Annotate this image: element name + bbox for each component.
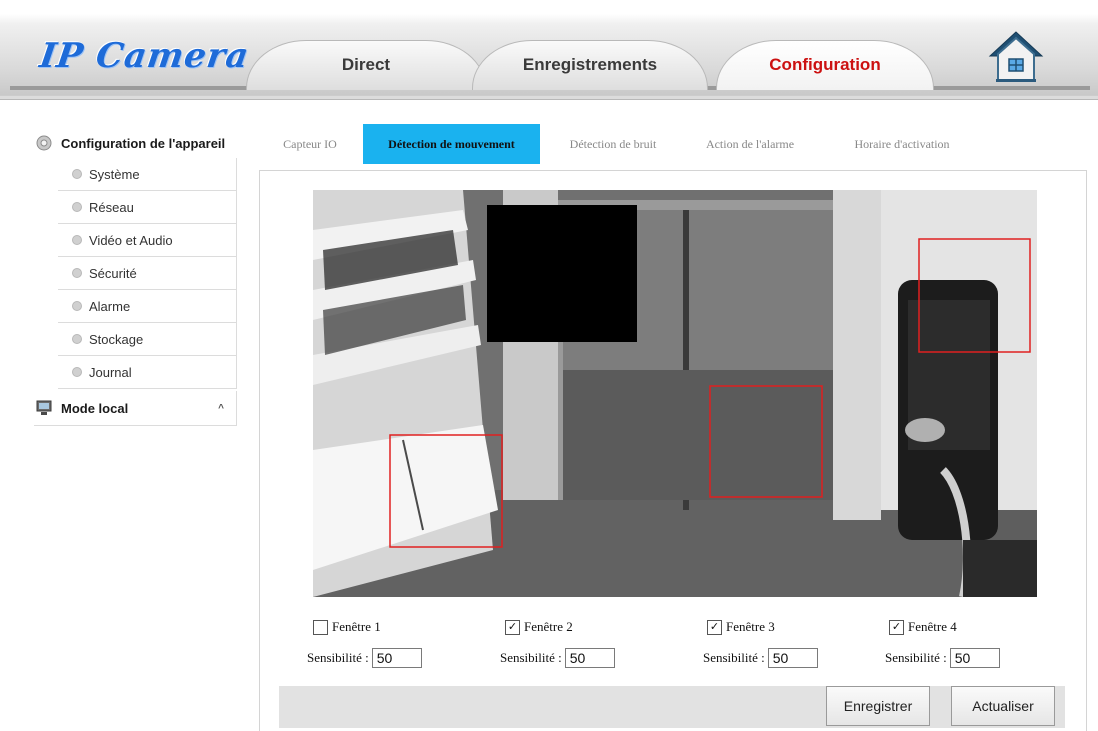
- gear-icon: [34, 134, 54, 152]
- app-logo: IP Camera: [37, 36, 252, 76]
- chevron-up-icon[interactable]: ^: [218, 403, 224, 414]
- monitor-icon: [34, 399, 54, 417]
- sensitivity-4: Sensibilité : 50: [885, 648, 1000, 668]
- sidebar-mode-label: Mode local: [61, 400, 129, 416]
- header-divider: [0, 96, 1098, 100]
- sidebar-item-journal[interactable]: Journal: [58, 356, 237, 389]
- bullet-icon: [72, 235, 82, 245]
- sidebar-item-label: Journal: [89, 364, 132, 380]
- sidebar: Configuration de l'appareil Système Rése…: [34, 128, 237, 426]
- bullet-icon: [72, 334, 82, 344]
- save-button[interactable]: Enregistrer: [826, 686, 930, 726]
- sidebar-item-label: Alarme: [89, 298, 131, 314]
- checkbox-checked-icon[interactable]: ✓: [707, 619, 722, 635]
- bullet-icon: [72, 367, 82, 377]
- subtab-horaire-activation[interactable]: Horaire d'activation: [828, 124, 976, 164]
- window-4-toggle[interactable]: ✓ Fenêtre 4: [889, 619, 957, 635]
- sensitivity-2: Sensibilité : 50: [500, 648, 615, 668]
- camera-scene: [313, 190, 1037, 597]
- sensitivity-label: Sensibilité :: [500, 650, 562, 665]
- privacy-mask: [487, 205, 637, 342]
- sidebar-item-systeme[interactable]: Système: [58, 158, 237, 191]
- sidebar-group-label: Configuration de l'appareil: [61, 135, 226, 151]
- sidebar-item-label: Vidéo et Audio: [89, 232, 173, 248]
- tab-enregistrements-label: Enregistrements: [522, 55, 658, 74]
- sidebar-item-label: Stockage: [89, 331, 144, 347]
- sensitivity-input-1[interactable]: 50: [371, 648, 422, 668]
- sensitivity-label: Sensibilité :: [307, 650, 369, 665]
- window-label: Fenêtre 3: [726, 619, 775, 634]
- action-bar: [279, 686, 1065, 728]
- sidebar-item-alarme[interactable]: Alarme: [58, 290, 237, 323]
- window-1-toggle[interactable]: Fenêtre 1: [313, 619, 381, 635]
- sidebar-item-label: Sécurité: [89, 265, 137, 281]
- window-2-toggle[interactable]: ✓ Fenêtre 2: [505, 619, 573, 635]
- sidebar-item-video-audio[interactable]: Vidéo et Audio: [58, 224, 237, 257]
- window-label: Fenêtre 4: [908, 619, 957, 634]
- sensitivity-input-4[interactable]: 50: [949, 648, 1000, 668]
- sidebar-group-device-config[interactable]: Configuration de l'appareil: [34, 128, 237, 158]
- tab-direct-label: Direct: [341, 55, 391, 74]
- sensitivity-input-2[interactable]: 50: [564, 648, 615, 668]
- bullet-icon: [72, 169, 82, 179]
- sensitivity-label: Sensibilité :: [885, 650, 947, 665]
- bullet-icon: [72, 301, 82, 311]
- bullet-icon: [72, 202, 82, 212]
- tab-enregistrements[interactable]: Enregistrements: [472, 40, 708, 90]
- bullet-icon: [72, 268, 82, 278]
- sensitivity-3: Sensibilité : 50: [703, 648, 818, 668]
- checkbox-checked-icon[interactable]: ✓: [889, 619, 904, 635]
- top-header: IP Camera Direct Enregistrements Configu…: [0, 0, 1098, 100]
- sidebar-item-label: Réseau: [89, 199, 134, 215]
- sidebar-item-securite[interactable]: Sécurité: [58, 257, 237, 290]
- tab-direct[interactable]: Direct: [246, 40, 486, 90]
- subtab-detection-mouvement[interactable]: Détection de mouvement: [363, 124, 540, 164]
- window-3-toggle[interactable]: ✓ Fenêtre 3: [707, 619, 775, 635]
- tab-configuration-label: Configuration: [769, 55, 881, 74]
- camera-preview[interactable]: [313, 190, 1037, 597]
- sensitivity-1: Sensibilité : 50: [307, 648, 422, 668]
- sensitivity-label: Sensibilité :: [703, 650, 765, 665]
- window-label: Fenêtre 2: [524, 619, 573, 634]
- sidebar-item-reseau[interactable]: Réseau: [58, 191, 237, 224]
- checkbox-checked-icon[interactable]: ✓: [505, 619, 520, 635]
- sensitivity-input-3[interactable]: 50: [767, 648, 818, 668]
- tab-configuration[interactable]: Configuration: [716, 40, 934, 90]
- home-icon[interactable]: [988, 30, 1044, 84]
- window-label: Fenêtre 1: [332, 619, 381, 634]
- subtab-detection-bruit[interactable]: Détection de bruit: [548, 124, 678, 164]
- subtab-capteur-io[interactable]: Capteur IO: [270, 124, 350, 164]
- sidebar-item-label: Système: [89, 166, 140, 182]
- subtab-action-alarme[interactable]: Action de l'alarme: [685, 124, 815, 164]
- refresh-button[interactable]: Actualiser: [951, 686, 1055, 726]
- checkbox-empty-icon[interactable]: [313, 619, 328, 635]
- sidebar-item-stockage[interactable]: Stockage: [58, 323, 237, 356]
- sidebar-group-mode-local[interactable]: Mode local ^: [34, 391, 237, 426]
